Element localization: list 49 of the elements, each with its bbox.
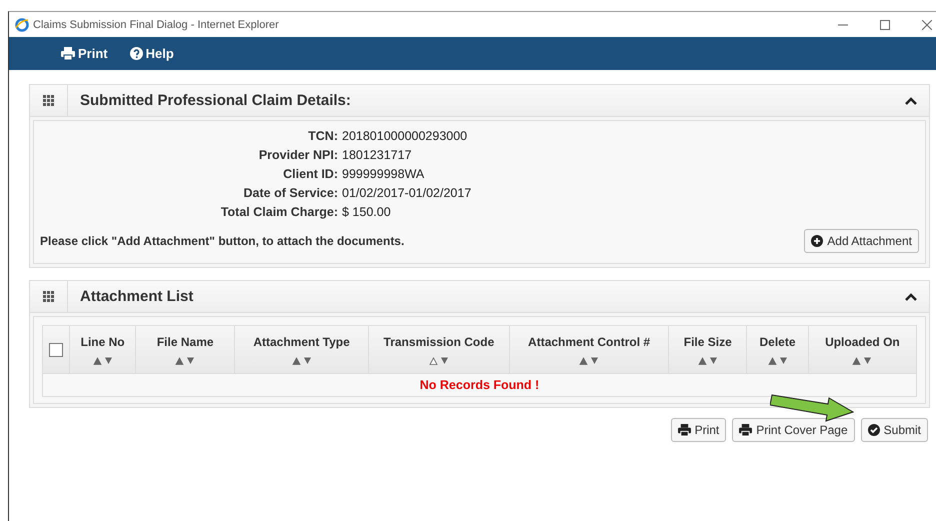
browser-logo-icon <box>15 18 29 32</box>
plus-circle-icon <box>811 235 824 247</box>
column-header[interactable]: Attachment Type <box>253 334 350 348</box>
sort-icon[interactable] <box>175 356 196 364</box>
collapse-icon[interactable] <box>905 292 917 300</box>
print-button[interactable]: Print <box>61 46 108 61</box>
column-header[interactable]: Uploaded On <box>825 334 900 348</box>
printer-icon <box>61 47 75 60</box>
field-value: 01/02/2017-01/02/2017 <box>342 186 472 200</box>
field-label: Date of Service: <box>242 186 338 200</box>
window-title: Claims Submission Final Dialog - Internet Explorer <box>33 18 279 30</box>
check-circle-icon <box>868 424 880 436</box>
column-header[interactable]: Delete <box>759 334 796 348</box>
sort-icon[interactable] <box>292 356 312 364</box>
field-label: Provider NPI: <box>258 148 338 162</box>
help-icon <box>130 47 143 60</box>
empty-message: No Records Found ! <box>420 378 540 392</box>
submit-button[interactable]: Submit <box>860 418 928 442</box>
panel-title: Attachment List <box>80 288 194 305</box>
field-value: 201801000000293000 <box>342 129 468 143</box>
maximize-icon[interactable] <box>880 20 890 30</box>
sort-icon[interactable] <box>428 356 449 364</box>
print-button[interactable]: Print Cover Page <box>732 418 855 442</box>
field-value: 999999998WA <box>342 167 426 181</box>
column-header[interactable]: Attachment Control # <box>528 334 650 348</box>
help-button[interactable]: Help <box>130 46 174 61</box>
sort-icon[interactable] <box>768 356 788 364</box>
instruction-text: Please click "Add Attachment" button, to attach the documents. <box>40 234 404 248</box>
printer-icon <box>739 424 752 436</box>
add-attachment-button[interactable]: Add Attachment <box>804 229 919 253</box>
column-header[interactable]: Line No <box>80 334 125 348</box>
field-value: $ 150.00 <box>342 205 392 219</box>
panel-title: Submitted Professional Claim Details: <box>80 92 351 109</box>
sort-icon[interactable] <box>92 356 113 364</box>
print-button[interactable]: Print <box>670 418 726 442</box>
field-value: 1801231717 <box>342 148 413 162</box>
collapse-icon[interactable] <box>905 96 917 104</box>
field-label: Total Claim Charge: <box>220 205 338 219</box>
sort-icon[interactable] <box>852 356 872 364</box>
select-all-checkbox[interactable] <box>49 342 63 356</box>
column-header[interactable]: File Name <box>156 334 214 348</box>
sort-icon[interactable] <box>698 356 718 364</box>
printer-icon <box>678 424 691 436</box>
column-header[interactable]: File Size <box>684 334 732 348</box>
field-label: TCN: <box>307 129 338 143</box>
column-header[interactable]: Transmission Code <box>384 334 494 348</box>
sort-icon[interactable] <box>579 356 600 364</box>
field-label: Client ID: <box>282 167 338 181</box>
close-icon[interactable] <box>922 20 932 30</box>
